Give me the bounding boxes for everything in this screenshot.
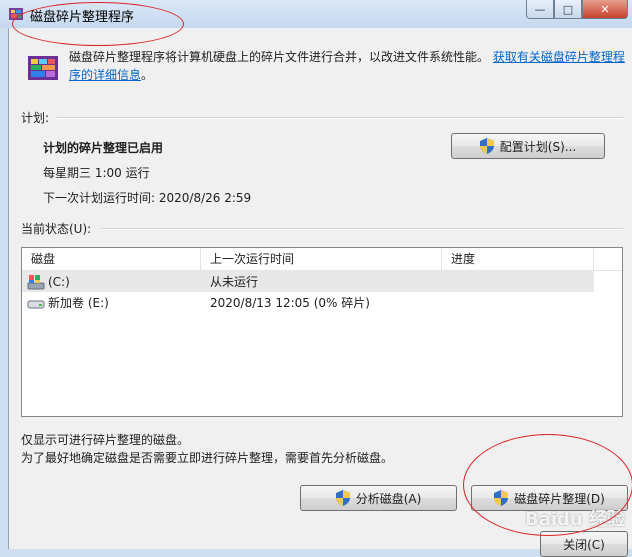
disk-cell: (C:) (22, 274, 201, 290)
current-status-divider (101, 228, 623, 230)
intro-description: 磁盘碎片整理程序将计算机硬盘上的碎片文件进行合并，以改进文件系统性能。 获取有关… (69, 48, 631, 84)
minimize-button[interactable]: — (526, 0, 554, 19)
disk-cell: 新加卷 (E:) (22, 294, 201, 311)
intro-text: 磁盘碎片整理程序将计算机硬盘上的碎片文件进行合并，以改进文件系统性能。 (69, 50, 490, 64)
close-button[interactable]: 关闭(C) (540, 531, 628, 557)
schedule-status: 计划的碎片整理已启用 (43, 141, 164, 155)
uac-shield-icon (494, 490, 509, 506)
dialog-body: 磁盘碎片整理程序将计算机硬盘上的碎片文件进行合并，以改进文件系统性能。 获取有关… (8, 28, 632, 557)
column-header-last-run[interactable]: 上一次运行时间 (201, 248, 442, 270)
note-defraggable-only: 仅显示可进行碎片整理的磁盘。 (21, 433, 190, 447)
window-controls: — □ ✕ (526, 0, 628, 19)
close-button-label: 关闭(C) (563, 537, 605, 552)
analyze-disk-label: 分析磁盘(A) (355, 491, 422, 506)
close-window-button[interactable]: ✕ (582, 0, 628, 19)
title-bar: 磁盘碎片整理程序 — □ ✕ (0, 0, 632, 28)
disk-name: 新加卷 (E:) (48, 296, 109, 310)
uac-shield-icon (335, 490, 350, 506)
schedule-divider (57, 117, 623, 119)
analyze-disk-button[interactable]: 分析磁盘(A) (300, 485, 457, 511)
defrag-app-icon (28, 56, 58, 80)
column-header-disk[interactable]: 磁盘 (22, 248, 201, 270)
configure-schedule-label: 配置计划(S)... (499, 139, 577, 154)
schedule-frequency: 每星期三 1:00 运行 (43, 166, 150, 180)
last-run-cell: 从未运行 (210, 275, 259, 289)
defrag-disk-label: 磁盘碎片整理(D) (514, 491, 605, 506)
current-status-label: 当前状态(U): (21, 222, 92, 236)
system-drive-icon (27, 274, 45, 289)
disk-row-e[interactable]: 新加卷 (E:) 2020/8/13 12:05 (0% 碎片) (22, 292, 622, 313)
disk-name: (C:) (48, 274, 70, 289)
note-analyze-first: 为了最好地确定磁盘是否需要立即进行碎片整理，需要首先分析磁盘。 (21, 451, 394, 465)
schedule-label: 计划: (21, 111, 50, 125)
window-title: 磁盘碎片整理程序 (30, 10, 135, 25)
maximize-button[interactable]: □ (554, 0, 582, 19)
baidu-watermark: Baidu 经验 (524, 509, 625, 530)
hard-drive-icon (27, 300, 45, 308)
disk-list-header: 磁盘 上一次运行时间 进度 (22, 248, 622, 271)
last-run-cell: 2020/8/13 12:05 (0% 碎片) (210, 296, 370, 310)
disk-row-c[interactable]: (C:) 从未运行 (22, 271, 594, 292)
disk-list[interactable]: 磁盘 上一次运行时间 进度 (C:) 从未运行 新加卷 (E:) 2020/8/… (21, 247, 623, 417)
uac-shield-icon (479, 138, 494, 154)
defrag-app-icon (9, 8, 23, 20)
schedule-next-run: 下一次计划运行时间: 2020/8/26 2:59 (43, 191, 252, 205)
configure-schedule-button[interactable]: 配置计划(S)... (451, 133, 605, 159)
column-header-progress[interactable]: 进度 (442, 248, 594, 270)
intro-link-suffix: 。 (141, 68, 154, 82)
